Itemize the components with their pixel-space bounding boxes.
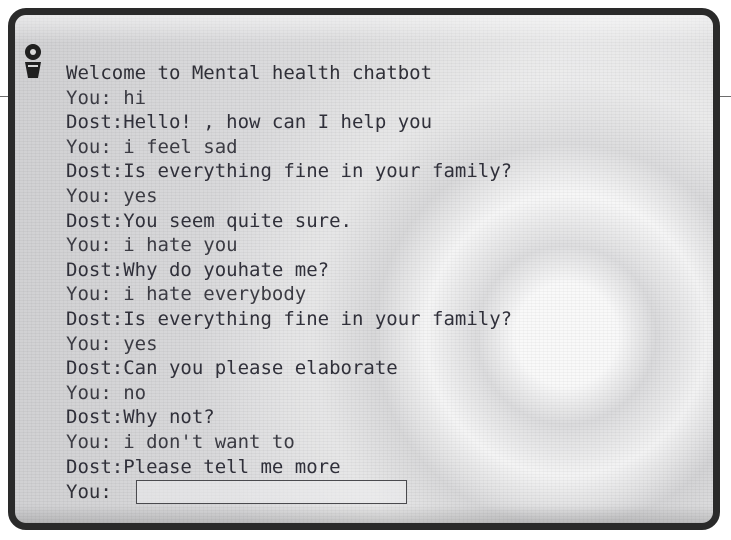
chat-input-row: You:	[66, 480, 695, 505]
user-message: You: hi	[66, 86, 147, 109]
screen-shadow	[15, 505, 713, 523]
bot-message: Dost:Please tell me more	[66, 455, 341, 478]
bot-message: Dost:Is everything fine in your family?	[66, 307, 513, 330]
user-message: You: i hate you	[66, 234, 238, 257]
chat-input-label: You:	[66, 481, 112, 504]
user-message: You: i don't want to	[66, 430, 295, 453]
message-list: You: hi Dost:Hello! , how can I help you Y…	[66, 86, 695, 480]
chatbot-screen-photo: Welcome to Mental health chatbot You: hi…	[8, 8, 720, 530]
bot-message: Dost:Why not?	[66, 406, 215, 429]
user-message: You: i hate everybody	[66, 283, 307, 306]
bot-message: Dost:Why do youhate me?	[66, 258, 330, 281]
welcome-message: Welcome to Mental health chatbot	[66, 62, 433, 84]
chat-message-input[interactable]	[136, 480, 407, 505]
bot-message: Dost:Is everything fine in your family?	[66, 160, 513, 183]
profile-icon	[25, 44, 41, 78]
bot-message: Dost:Can you please elaborate	[66, 357, 398, 380]
screen-glare	[15, 15, 713, 43]
user-message: You: no	[66, 381, 147, 404]
bot-message: Dost:You seem quite sure.	[66, 209, 352, 232]
user-message: You: i feel sad	[66, 135, 238, 158]
user-message: You: yes	[66, 184, 158, 207]
bot-message: Dost:Hello! , how can I help you	[66, 111, 433, 134]
chat-transcript: Welcome to Mental health chatbot You: hi…	[66, 61, 695, 505]
user-message: You: yes	[66, 332, 158, 355]
